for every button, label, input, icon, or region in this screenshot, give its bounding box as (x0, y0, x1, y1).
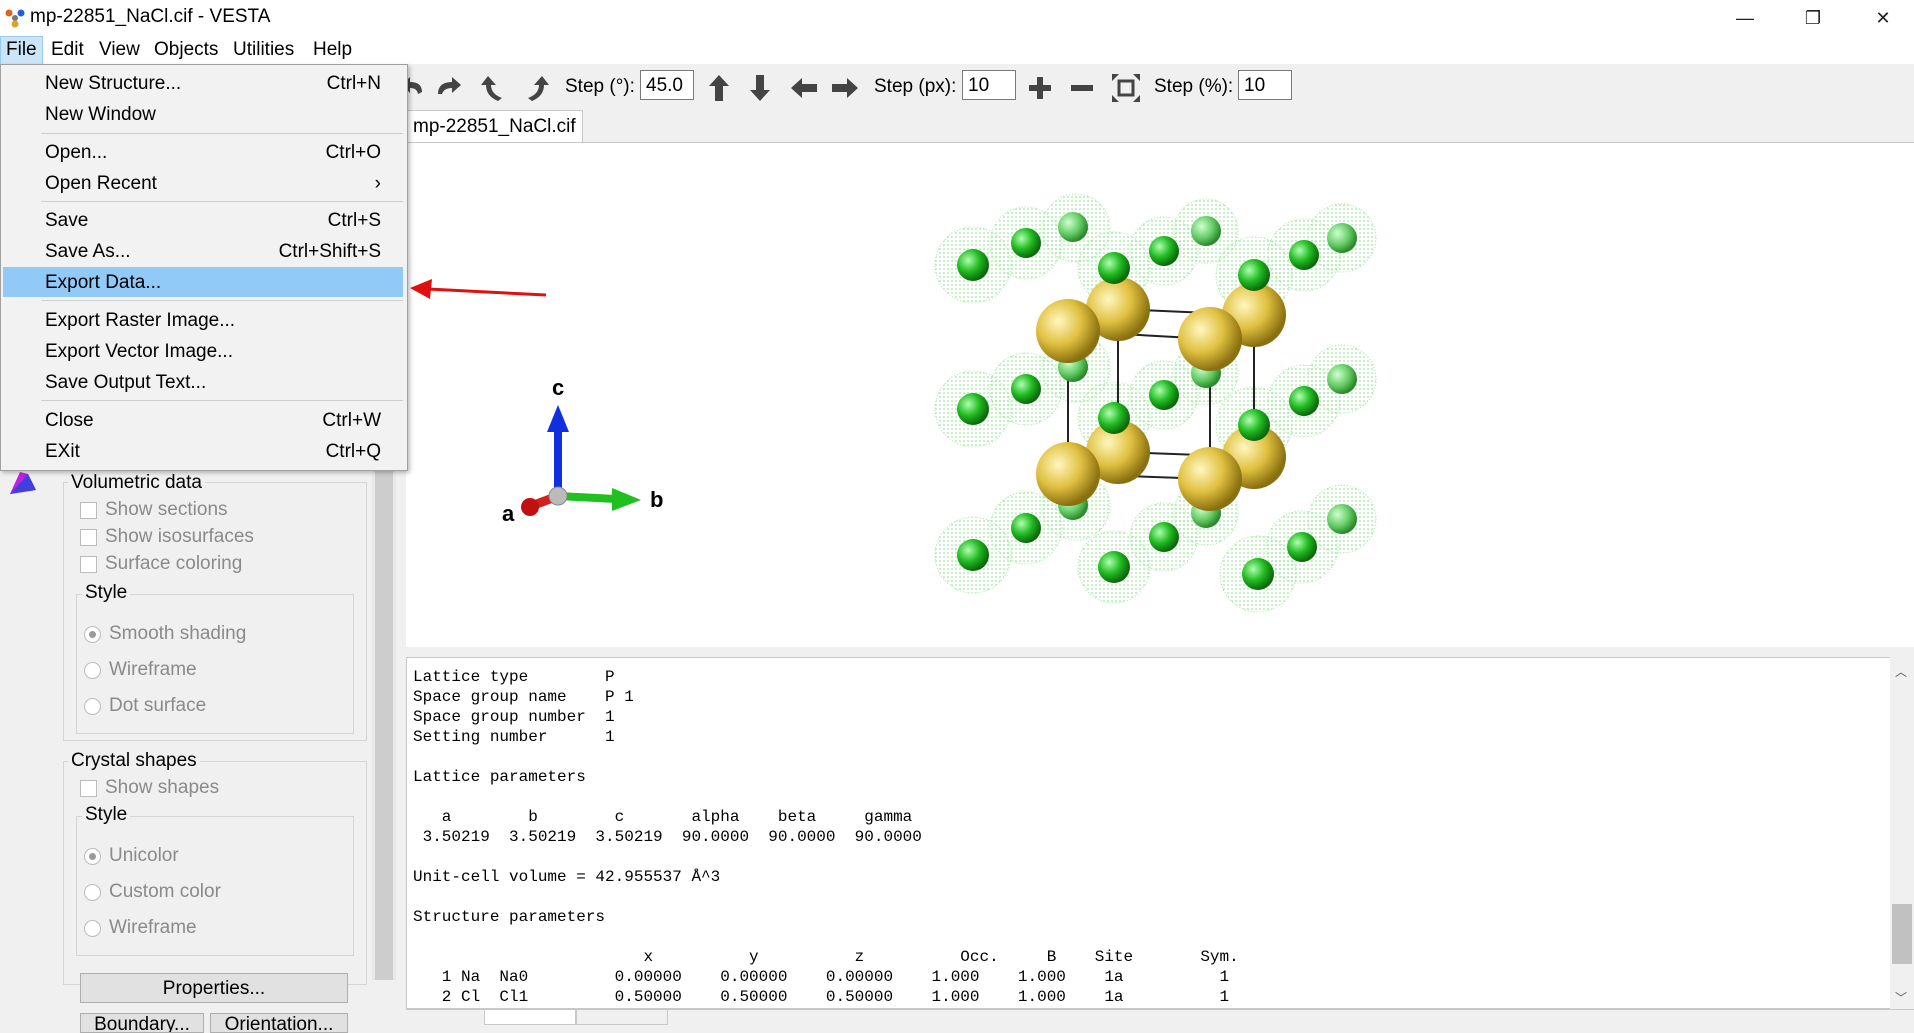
step-deg-label: Step (°): (565, 76, 635, 97)
menu-bar: File Edit View Objects Utilities Help (0, 36, 1914, 66)
restore-button[interactable]: ❐ (1778, 0, 1848, 36)
crystal-style-title: Style (82, 804, 131, 826)
output-line: 1 Na Na0 0.00000 0.00000 0.00000 1.000 1… (413, 968, 1230, 986)
menu-item-new-structure[interactable]: New Structure... Ctrl+N (3, 68, 403, 98)
pane-splitter[interactable] (406, 647, 1914, 657)
output-scroll-thumb[interactable] (1892, 904, 1912, 964)
menu-help[interactable]: Help (308, 36, 357, 64)
dot-surface-radio[interactable]: Dot surface (84, 695, 206, 717)
zoom-in-icon[interactable] (1024, 72, 1056, 104)
structure-canvas (410, 193, 1377, 613)
menu-item-new-window[interactable]: New Window (3, 99, 403, 129)
output-scrollbar[interactable]: ︿ ﹀ (1890, 657, 1914, 1009)
output-tab-2[interactable] (576, 1010, 668, 1025)
surface-coloring-checkbox[interactable]: Surface coloring (80, 553, 242, 575)
show-isosurfaces-checkbox[interactable]: Show isosurfaces (80, 526, 254, 548)
menu-utilities[interactable]: Utilities (228, 36, 299, 64)
menu-separator (41, 400, 403, 401)
output-line: Space group name P 1 (413, 688, 634, 706)
axis-label-c: c (552, 375, 565, 400)
fit-to-window-icon[interactable] (1110, 72, 1142, 104)
menu-file[interactable]: File (0, 36, 43, 66)
shape-wireframe-radio[interactable]: Wireframe (84, 917, 197, 939)
axis-label-b: b (650, 487, 664, 512)
output-line: Lattice parameters (413, 768, 586, 786)
close-window-button[interactable]: ✕ (1848, 0, 1914, 36)
menu-item-open[interactable]: Open... Ctrl+O (3, 137, 403, 167)
submenu-chevron-icon: › (374, 173, 381, 194)
output-line: Unit-cell volume = 42.955537 Å^3 (413, 868, 721, 886)
volumetric-style-title: Style (82, 582, 131, 604)
annotation-arrow (410, 279, 547, 299)
menu-objects[interactable]: Objects (149, 36, 223, 64)
file-menu-dropdown: New Structure... Ctrl+N New Window Open..… (0, 64, 408, 471)
custom-color-radio[interactable]: Custom color (84, 881, 221, 903)
boundary-button[interactable]: Boundary... (80, 1013, 204, 1033)
unicolor-radio[interactable]: Unicolor (84, 845, 179, 867)
tab-structure[interactable]: mp-22851_NaCl.cif (406, 110, 583, 143)
window-title: mp-22851_NaCl.cif - VESTA (30, 6, 271, 27)
properties-button[interactable]: Properties... (80, 973, 348, 1003)
menu-separator (41, 201, 403, 202)
output-line: x y z Occ. B Site Sym. (413, 948, 1239, 966)
wireframe-radio[interactable]: Wireframe (84, 659, 197, 681)
smooth-shading-radio[interactable]: Smooth shading (84, 623, 246, 645)
menu-item-save-output-text[interactable]: Save Output Text... (3, 367, 403, 397)
output-line: Space group number 1 (413, 708, 615, 726)
menu-separator (41, 300, 403, 301)
volumetric-title: Volumetric data (68, 472, 205, 494)
menu-item-close[interactable]: Close Ctrl+W (3, 405, 403, 435)
menu-separator (41, 133, 403, 134)
title-bar: mp-22851_NaCl.cif - VESTA — ❐ ✕ (0, 0, 1914, 36)
menu-edit[interactable]: Edit (46, 36, 89, 64)
output-text-area[interactable]: Lattice type P Space group name P 1 Space … (406, 657, 1892, 1009)
step-pct-input[interactable]: 10 (1238, 70, 1292, 100)
menu-item-open-recent[interactable]: Open Recent › (3, 168, 403, 198)
axes-gizmo (521, 405, 641, 516)
minimize-button[interactable]: — (1710, 0, 1780, 36)
menu-item-export-vector[interactable]: Export Vector Image... (3, 336, 403, 366)
output-line: 3.50219 3.50219 3.50219 90.0000 90.0000 … (413, 828, 922, 846)
menu-item-export-data[interactable]: Export Data... (3, 267, 403, 297)
output-tab-1[interactable] (484, 1010, 576, 1025)
output-line: Setting number 1 (413, 728, 615, 746)
step-pct-label: Step (%): (1154, 76, 1234, 97)
left-panel-scrollbar[interactable] (372, 470, 396, 980)
output-line: Structure parameters (413, 908, 606, 926)
move-right-icon[interactable] (829, 72, 861, 104)
menu-item-export-raster[interactable]: Export Raster Image... (3, 305, 403, 335)
axis-label-a: a (502, 501, 515, 526)
show-shapes-checkbox[interactable]: Show shapes (80, 777, 219, 799)
move-up-icon[interactable] (703, 72, 735, 104)
scroll-down-icon[interactable]: ﹀ (1895, 989, 1907, 1006)
output-line: Lattice type P (413, 668, 615, 686)
left-panel-scroll-thumb[interactable] (375, 470, 393, 980)
scroll-up-icon[interactable]: ︿ (1895, 663, 1907, 680)
rotate-up-left-icon[interactable] (478, 72, 510, 104)
show-sections-checkbox[interactable]: Show sections (80, 499, 228, 521)
rotate-right-icon[interactable] (434, 72, 466, 104)
orientation-button[interactable]: Orientation... (210, 1013, 348, 1033)
rotate-up-right-icon[interactable] (520, 72, 552, 104)
step-px-input[interactable]: 10 (962, 70, 1016, 100)
move-down-icon[interactable] (744, 72, 776, 104)
vesta-app-icon (5, 9, 25, 28)
output-line: 2 Cl Cl1 0.50000 0.50000 0.50000 1.000 1… (413, 988, 1230, 1006)
bottom-tabs-strip (406, 1009, 1914, 1026)
zoom-out-icon[interactable] (1066, 72, 1098, 104)
left-panel: Volumetric data Show sections Show isosu… (0, 470, 400, 1033)
crystal-shapes-title: Crystal shapes (68, 750, 200, 772)
menu-item-exit[interactable]: EXit Ctrl+Q (3, 436, 403, 466)
move-left-icon[interactable] (788, 72, 820, 104)
output-line: a b c alpha beta gamma (413, 808, 913, 826)
menu-view[interactable]: View (94, 36, 145, 64)
menu-item-save[interactable]: Save Ctrl+S (3, 205, 403, 235)
objects-icon (10, 472, 36, 494)
step-deg-input[interactable]: 45.0 (640, 70, 694, 100)
structure-viewport[interactable]: c b a (406, 142, 1914, 648)
step-px-label: Step (px): (874, 76, 957, 97)
menu-item-save-as[interactable]: Save As... Ctrl+Shift+S (3, 236, 403, 266)
